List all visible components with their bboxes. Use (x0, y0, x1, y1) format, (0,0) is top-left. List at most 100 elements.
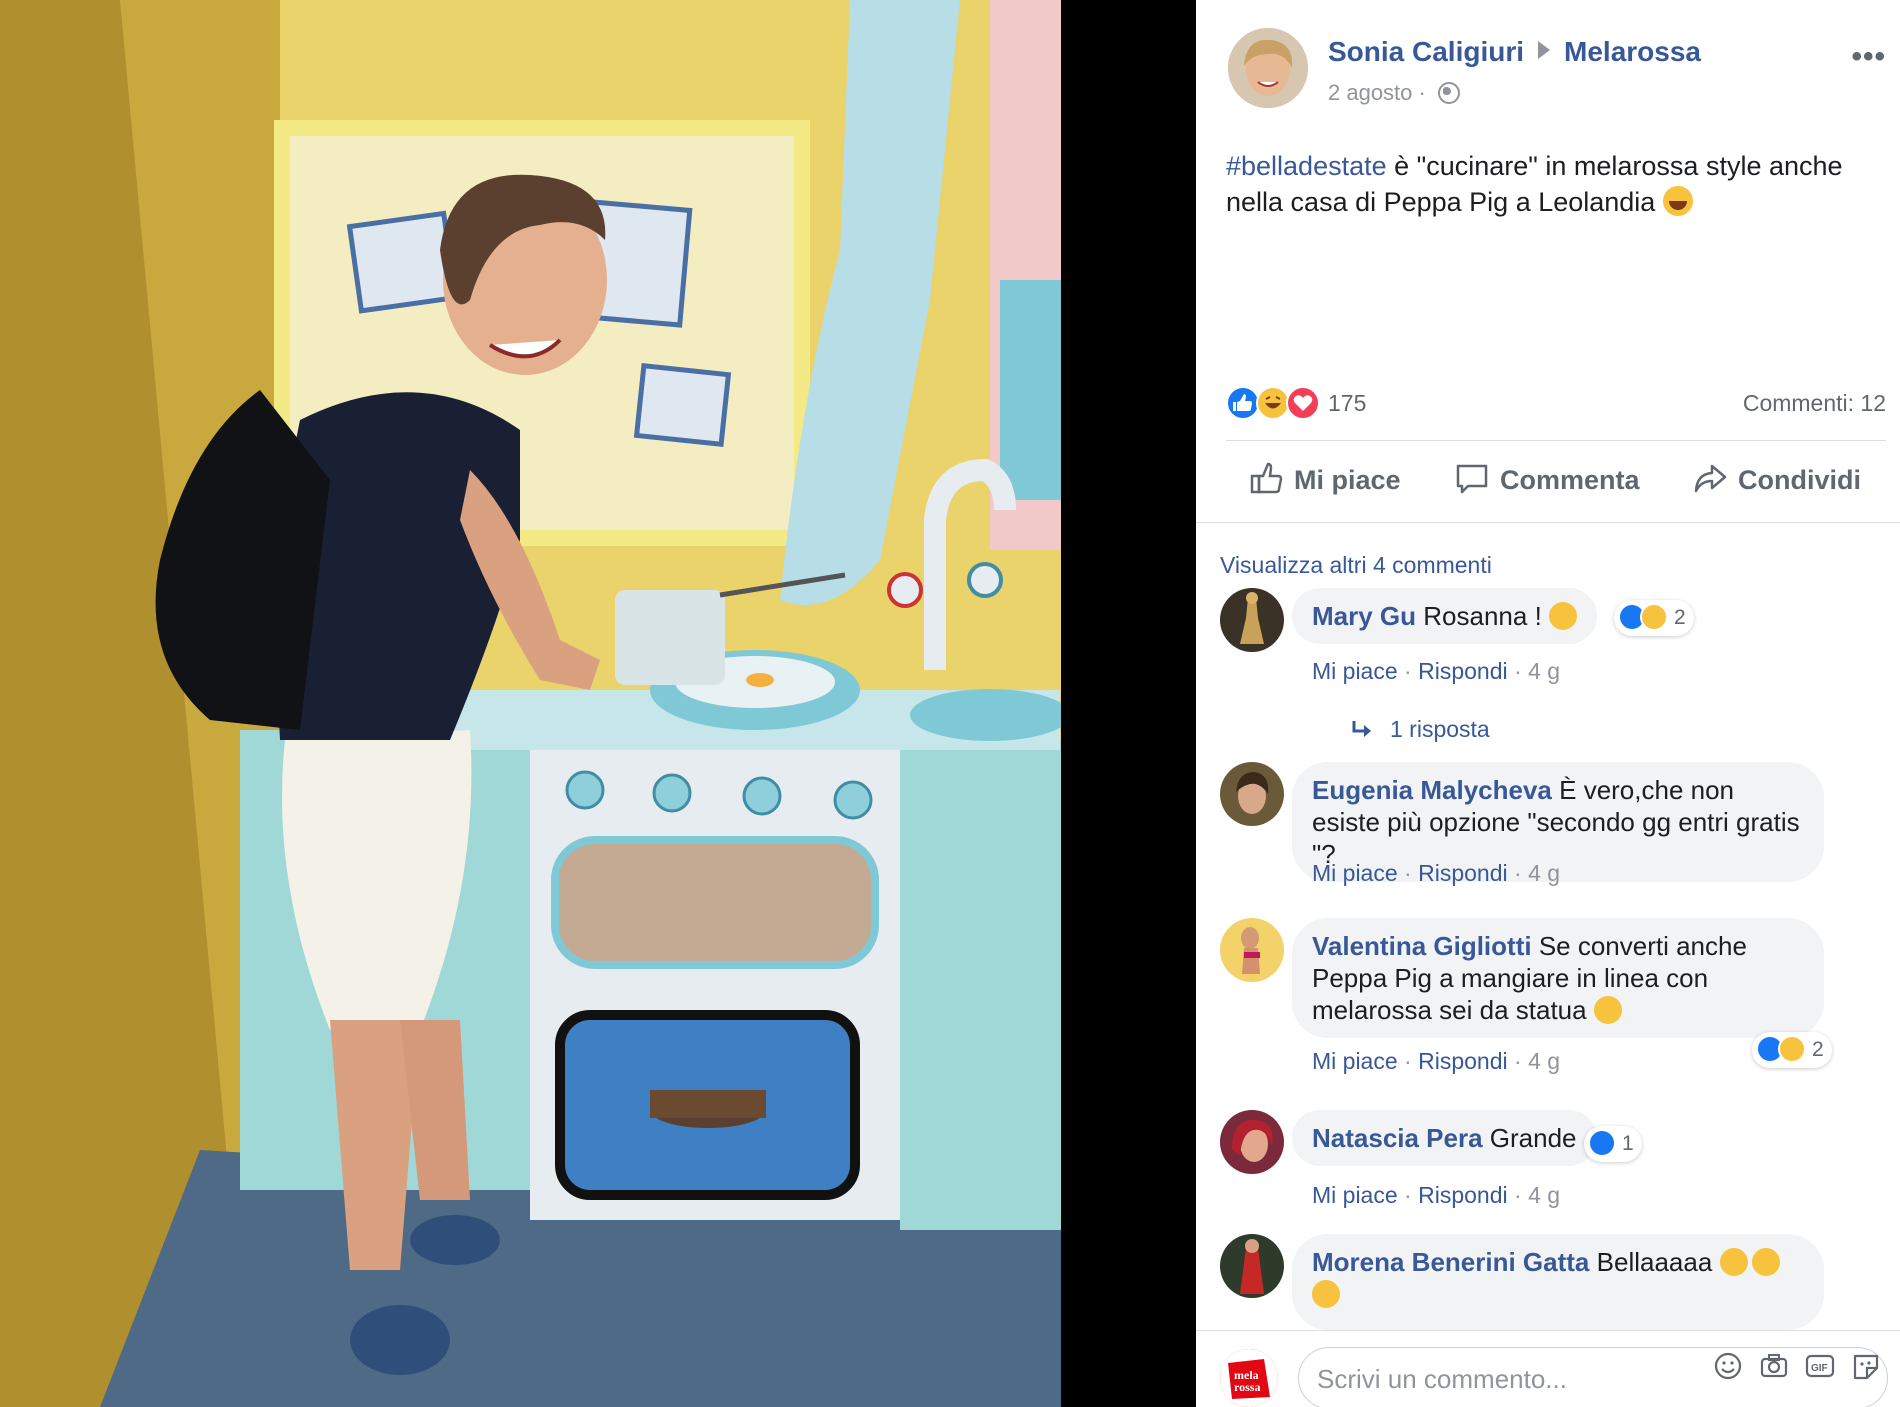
post-sidebar: Sonia Caligiuri Melarossa 2 agosto · ••• … (1196, 0, 1900, 1407)
comment-text: Grande (1489, 1123, 1577, 1153)
separator: · (1514, 658, 1522, 684)
page-name[interactable]: Melarossa (1564, 36, 1701, 67)
comment-actions: Mi piace · Rispondi · 4 g (1312, 1048, 1560, 1075)
separator: · (1514, 860, 1522, 886)
comment-reaction-count: 2 (1674, 606, 1686, 629)
separator: · (1514, 1048, 1522, 1074)
replies-count: 1 risposta (1390, 716, 1490, 742)
commenter-name[interactable]: Eugenia Malycheva (1312, 775, 1552, 805)
comment-time[interactable]: 4 g (1528, 658, 1560, 684)
triangle-right-icon (1538, 41, 1551, 59)
separator: · (1404, 658, 1412, 684)
comment-reply-link[interactable]: Rispondi (1418, 1182, 1508, 1208)
like-button-label: Mi piace (1294, 465, 1401, 495)
share-icon (1692, 460, 1728, 503)
comment-reactions[interactable]: 2 (1752, 1032, 1832, 1068)
comment-like-link[interactable]: Mi piace (1312, 1048, 1398, 1074)
grinning-emoji-icon (1549, 602, 1578, 630)
commenter-name[interactable]: Morena Benerini Gatta (1312, 1247, 1589, 1277)
post-date[interactable]: 2 agosto (1328, 80, 1412, 105)
commenter-name[interactable]: Valentina Gigliotti (1312, 931, 1532, 961)
commenter-name[interactable]: Mary Gu (1312, 601, 1416, 631)
comment-reply-link[interactable]: Rispondi (1418, 860, 1508, 886)
like-button[interactable]: Mi piace (1248, 460, 1401, 503)
comment-bubble: Natascia Pera Grande (1292, 1110, 1597, 1166)
comment-like-link[interactable]: Mi piace (1312, 658, 1398, 684)
comment-reaction-count: 1 (1622, 1132, 1634, 1155)
comment-time[interactable]: 4 g (1528, 1182, 1560, 1208)
post-meta: 2 agosto · (1328, 80, 1460, 106)
globe-icon[interactable] (1437, 82, 1460, 104)
separator: · (1404, 1048, 1412, 1074)
more-icon[interactable]: ••• (1851, 40, 1886, 74)
post-hashtag[interactable]: #belladestate (1226, 151, 1387, 181)
comment-bubble: Valentina Gigliotti Se converti anche Pe… (1292, 918, 1824, 1038)
reply-arrow-icon (1352, 721, 1371, 737)
divider (1196, 522, 1900, 523)
comment-time[interactable]: 4 g (1528, 860, 1560, 886)
comment-reactions[interactable]: 2 (1614, 600, 1694, 636)
post-photo[interactable] (0, 0, 1061, 1407)
view-more-comments-link[interactable]: Visualizza altri 4 commenti (1220, 552, 1492, 579)
comments-count[interactable]: Commenti: 12 (1743, 390, 1886, 417)
comment-reply-link[interactable]: Rispondi (1418, 658, 1508, 684)
reactions-summary: 175 Commenti: 12 (1226, 384, 1886, 424)
photo-letterbox (1061, 0, 1196, 1407)
haha-reaction-icon (1778, 1035, 1806, 1063)
author-avatar[interactable] (1228, 28, 1308, 108)
separator: · (1404, 1182, 1412, 1208)
sticker-icon[interactable] (1850, 1351, 1882, 1381)
comment-reactions[interactable]: 1 (1584, 1126, 1642, 1162)
camera-icon[interactable] (1758, 1351, 1790, 1381)
view-replies-link[interactable]: 1 risposta (1350, 716, 1490, 743)
commenter-avatar[interactable] (1220, 588, 1284, 652)
commenter-avatar[interactable] (1220, 918, 1284, 982)
comment-like-link[interactable]: Mi piace (1312, 1182, 1398, 1208)
comment-actions: Mi piace · Rispondi · 4 g (1312, 1182, 1560, 1209)
comment-reaction-count: 2 (1812, 1038, 1824, 1061)
comment-reply-link[interactable]: Rispondi (1418, 1048, 1508, 1074)
comment-input-placeholder: Scrivi un commento... (1317, 1364, 1567, 1394)
kiss-emoji-icon (1312, 1280, 1340, 1308)
gif-icon[interactable]: GIF (1804, 1351, 1836, 1381)
post-header: Sonia Caligiuri Melarossa 2 agosto · ••• (1228, 28, 1900, 112)
like-reaction-icon (1226, 386, 1260, 420)
kiss-emoji-icon (1719, 1248, 1748, 1276)
reaction-icons[interactable] (1226, 386, 1326, 420)
post-text: #belladestate è "cucinare" in melarossa … (1226, 148, 1876, 220)
emoji-icon[interactable] (1712, 1351, 1744, 1381)
like-reaction-icon (1588, 1129, 1616, 1157)
commenter-name[interactable]: Natascia Pera (1312, 1123, 1483, 1153)
laughing-emoji-icon (1662, 186, 1693, 216)
commenter-avatar[interactable] (1220, 762, 1284, 826)
kiss-emoji-icon (1751, 1248, 1780, 1276)
reactions-count[interactable]: 175 (1328, 390, 1366, 417)
separator: · (1514, 1182, 1522, 1208)
share-button[interactable]: Condividi (1692, 460, 1861, 503)
comment-button-label: Commenta (1500, 465, 1640, 495)
comment-bubble: Morena Benerini Gatta Bellaaaaa (1292, 1234, 1824, 1330)
comment-button[interactable]: Commenta (1454, 460, 1640, 503)
composer-tools: GIF (1698, 1351, 1882, 1381)
author-name[interactable]: Sonia Caligiuri (1328, 36, 1524, 67)
rofl-emoji-icon (1593, 996, 1622, 1024)
commenter-avatar[interactable] (1220, 1234, 1284, 1298)
author-line: Sonia Caligiuri Melarossa (1328, 36, 1701, 68)
like-icon (1248, 460, 1284, 503)
comment-bubble: Mary Gu Rosanna ! (1292, 588, 1598, 644)
comment-text: Rosanna ! (1423, 601, 1550, 631)
haha-reaction-icon (1640, 603, 1668, 631)
love-reaction-icon (1286, 386, 1320, 420)
comment-text: Bellaaaaa (1596, 1247, 1720, 1277)
comment-like-link[interactable]: Mi piace (1312, 860, 1398, 886)
post-actions: Mi piace Commenta Condividi (1226, 450, 1886, 510)
svg-text:rossa: rossa (1234, 1380, 1260, 1394)
comment-composer: mela rossa Scrivi un commento... GIF (1196, 1330, 1900, 1407)
separator: · (1404, 860, 1412, 886)
comment-time[interactable]: 4 g (1528, 1048, 1560, 1074)
page-avatar[interactable]: mela rossa (1220, 1349, 1278, 1407)
comment-icon (1454, 460, 1490, 503)
haha-reaction-icon (1256, 386, 1290, 420)
comment-actions: Mi piace · Rispondi · 4 g (1312, 658, 1560, 685)
commenter-avatar[interactable] (1220, 1110, 1284, 1174)
